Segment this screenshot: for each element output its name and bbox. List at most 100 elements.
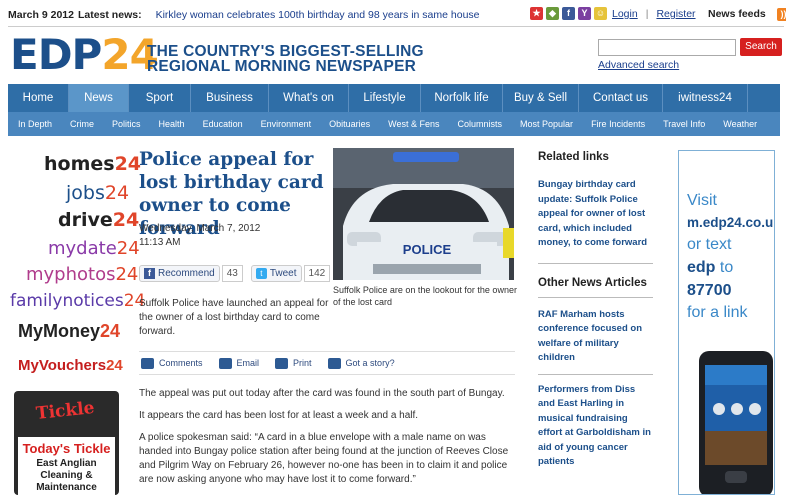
other-news-link[interactable]: Performers from Diss and East Harling in…: [538, 383, 653, 470]
tickle-title: Today's Tickle: [22, 441, 111, 456]
subnav-west-fens[interactable]: West & Fens: [388, 112, 439, 136]
brand-myvouchers24[interactable]: MyVouchers24: [18, 357, 123, 374]
related-links-title: Related links: [538, 151, 609, 163]
related-links-panel: Related links Bungay birthday card updat…: [538, 150, 653, 470]
nav-norfolk-life[interactable]: Norfolk life: [421, 84, 503, 112]
article-paragraph: The appeal was put out today after the c…: [139, 388, 505, 399]
brand-homes24[interactable]: homes24: [44, 153, 141, 175]
social-icons: ★ ◆ f Y ☺: [530, 7, 607, 20]
recommend-label: Recommend: [158, 268, 215, 279]
subnav-obituaries[interactable]: Obituaries: [329, 112, 370, 136]
subnav-columnists[interactable]: Columnists: [458, 112, 503, 136]
brand-mydate24[interactable]: mydate24: [48, 238, 140, 259]
related-divider: [538, 262, 653, 264]
nav-buy-sell[interactable]: Buy & Sell: [503, 84, 579, 112]
related-link[interactable]: Bungay birthday card update: Suffolk Pol…: [538, 178, 653, 251]
news-ticker-link[interactable]: Kirkley woman celebrates 100th birthday …: [156, 9, 480, 21]
tickle-line3: Maintenance: [36, 482, 97, 493]
subnav-health[interactable]: Health: [159, 112, 185, 136]
subnav-fire-incidents[interactable]: Fire Incidents: [591, 112, 645, 136]
tagline-line1: THE COUNTRY'S BIGGEST-SELLING: [147, 43, 424, 60]
login-link[interactable]: Login: [612, 8, 638, 20]
article-paragraph: A police spokesman said: “A card in a bl…: [139, 432, 509, 485]
rss-icon[interactable]: )): [777, 8, 786, 21]
ad-line2: m.edp24.co.uk: [687, 215, 775, 230]
facebook-icon[interactable]: f: [562, 7, 575, 20]
brand-myphotos24[interactable]: myphotos24: [26, 264, 138, 285]
current-date: March 9 2012: [8, 9, 74, 21]
subnav-education[interactable]: Education: [203, 112, 243, 136]
subnav-weather[interactable]: Weather: [723, 112, 757, 136]
nav-whats-on[interactable]: What's on: [269, 84, 349, 112]
brand-drive24[interactable]: drive24: [58, 209, 139, 231]
print-button[interactable]: Print: [275, 357, 312, 369]
advanced-search-link[interactable]: Advanced search: [598, 59, 679, 71]
article-time: 11:13 AM: [139, 237, 181, 248]
news-feeds-label[interactable]: News feeds: [708, 8, 766, 20]
facebook-icon: f: [144, 268, 155, 279]
nav-sport[interactable]: Sport: [129, 84, 191, 112]
recommend-button[interactable]: f Recommend: [139, 265, 220, 282]
comments-label: Comments: [159, 358, 203, 368]
tickle-ad[interactable]: Tickle Today's Tickle East Anglian Clean…: [14, 391, 119, 495]
article-date: Wednesday, March 7, 2012: [139, 223, 261, 234]
tweet-button[interactable]: t Tweet: [250, 265, 302, 282]
comment-icon: [141, 357, 154, 369]
brand-mymoney24[interactable]: MyMoney24: [18, 321, 120, 342]
brand-familynotices24[interactable]: familynotices24: [10, 291, 145, 311]
share-icon[interactable]: ◆: [546, 7, 559, 20]
email-button[interactable]: Email: [218, 357, 260, 369]
subnav-in-depth[interactable]: In Depth: [18, 112, 52, 136]
user-icon[interactable]: ☺: [594, 7, 607, 20]
edp24-logo[interactable]: EDP24: [10, 33, 159, 77]
ad-line4b: to: [719, 259, 734, 276]
nav-iwitness24[interactable]: iwitness24: [663, 84, 748, 112]
search-input[interactable]: [598, 39, 736, 56]
search-button[interactable]: Search: [740, 38, 782, 56]
register-link[interactable]: Register: [656, 8, 695, 20]
nav-lifestyle[interactable]: Lifestyle: [349, 84, 421, 112]
recommend-count: 43: [221, 265, 243, 282]
brand-jobs24[interactable]: jobs24: [66, 182, 129, 204]
tagline: THE COUNTRY'S BIGGEST-SELLING REGIONAL M…: [147, 43, 424, 75]
subnav-environment[interactable]: Environment: [261, 112, 312, 136]
share-bar: f Recommend 43 t Tweet 142: [139, 265, 331, 282]
subnav-crime[interactable]: Crime: [70, 112, 94, 136]
police-car-image: POLICE: [333, 148, 514, 280]
main-nav: Home News Sport Business What's on Lifes…: [8, 84, 780, 112]
top-divider: [8, 26, 784, 27]
nav-contact-us[interactable]: Contact us: [579, 84, 663, 112]
nav-business[interactable]: Business: [191, 84, 269, 112]
latest-news-label: Latest news:: [77, 9, 142, 21]
article-dateline: Wednesday, March 7, 2012 11:13 AM: [139, 222, 260, 250]
article-paragraph: It appears the card has been lost for at…: [139, 410, 419, 421]
tickle-logo: Tickle: [35, 397, 96, 425]
nav-home[interactable]: Home: [8, 84, 69, 112]
phone-image: [699, 351, 773, 494]
got-a-story-button[interactable]: Got a story?: [327, 357, 395, 369]
subnav-travel-info[interactable]: Travel Info: [663, 112, 705, 136]
article-photo: POLICE: [333, 148, 514, 280]
other-news-divider: [538, 296, 653, 298]
ad-line1: Visit: [687, 192, 717, 209]
mobile-ad[interactable]: Visit m.edp24.co.uk or text edp to 87700…: [678, 150, 775, 495]
photo-caption: Suffolk Police are on the lookout for th…: [333, 285, 517, 307]
comments-button[interactable]: Comments: [141, 357, 203, 369]
other-news-link[interactable]: RAF Marham hosts conference focused on w…: [538, 308, 653, 366]
print-icon: [275, 357, 289, 369]
subnav-most-popular[interactable]: Most Popular: [520, 112, 573, 136]
tweet-label: Tweet: [269, 268, 297, 279]
tickle-line2: Cleaning &: [40, 470, 93, 481]
ad-line3: or text: [687, 236, 732, 253]
print-label: Print: [293, 358, 312, 368]
twitter-icon: t: [255, 268, 267, 279]
tweet-count: 142: [303, 265, 331, 282]
nav-news[interactable]: News: [69, 84, 129, 112]
bookmark-icon[interactable]: ★: [530, 7, 543, 20]
tickle-box: Today's Tickle East Anglian Cleaning & M…: [18, 437, 115, 495]
subnav-politics[interactable]: Politics: [112, 112, 141, 136]
article-body: The appeal was put out today after the c…: [139, 387, 519, 495]
email-label: Email: [236, 358, 260, 368]
sub-nav: In Depth Crime Politics Health Education…: [8, 112, 780, 136]
yahoo-icon[interactable]: Y: [578, 7, 591, 20]
